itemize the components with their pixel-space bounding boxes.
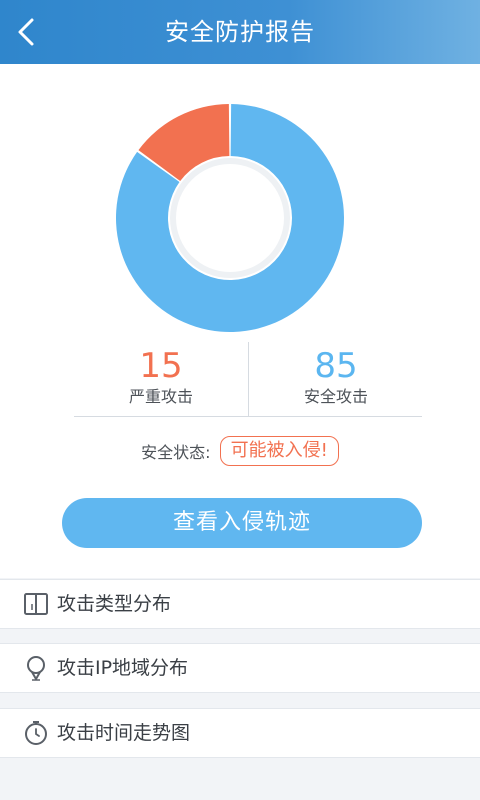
safe-attack-label: 安全攻击 xyxy=(303,387,368,406)
serious-attack-count: 15 xyxy=(139,346,183,386)
safe-attack-stat: 85 安全攻击 xyxy=(248,342,423,416)
book-icon xyxy=(22,590,50,618)
safe-attack-count: 85 xyxy=(314,346,358,386)
clock-icon xyxy=(22,719,50,747)
page-title: 安全防护报告 xyxy=(165,18,315,46)
view-intrusion-trace-button[interactable]: 查看入侵轨迹 xyxy=(62,498,422,548)
attack-donut-chart xyxy=(115,104,344,332)
menu-item-label: 攻击IP地域分布 xyxy=(57,657,189,679)
security-status-label: 安全状态: xyxy=(141,443,211,462)
serious-attack-stat: 15 严重攻击 xyxy=(74,342,248,416)
serious-attack-label: 严重攻击 xyxy=(128,387,193,406)
report-panel: 15 严重攻击 85 安全攻击 安全状态: 可能被入侵! 查看入侵轨迹 xyxy=(0,64,480,578)
location-pin-icon xyxy=(22,654,50,682)
security-status: 安全状态: 可能被入侵! xyxy=(0,436,480,468)
donut-center xyxy=(176,164,284,272)
menu-item-attack-ip-region[interactable]: 攻击IP地域分布 xyxy=(0,643,480,693)
menu-item-attack-time-trend[interactable]: 攻击时间走势图 xyxy=(0,708,480,758)
status-badge: 可能被入侵! xyxy=(219,436,339,466)
menu-item-label: 攻击时间走势图 xyxy=(57,722,191,744)
menu-item-label: 攻击类型分布 xyxy=(57,593,172,615)
menu-item-attack-type[interactable]: 攻击类型分布 xyxy=(0,579,480,629)
attack-stats: 15 严重攻击 85 安全攻击 xyxy=(74,342,422,417)
top-bar: 安全防护报告 xyxy=(0,0,480,64)
